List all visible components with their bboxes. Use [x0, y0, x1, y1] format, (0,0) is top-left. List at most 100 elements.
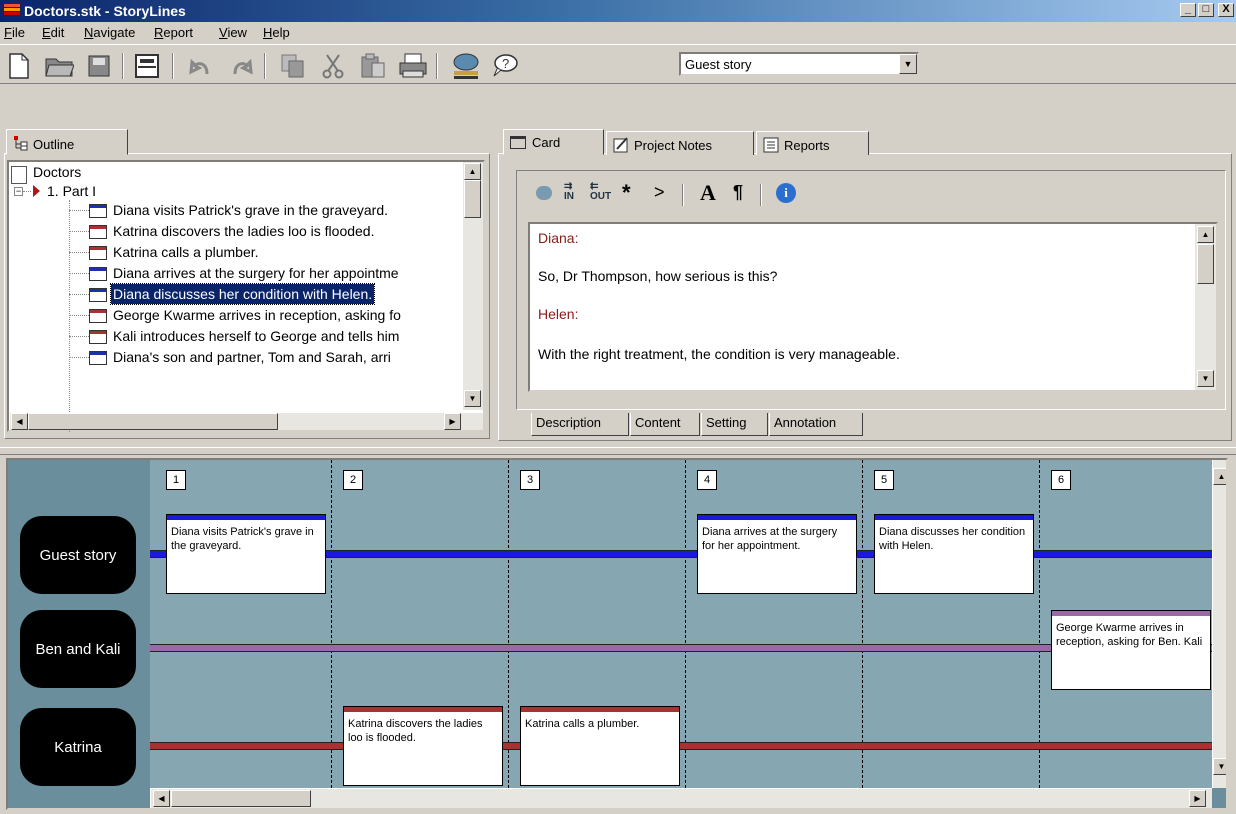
menu-edit[interactable]: Edit	[42, 25, 64, 40]
tree-item[interactable]: Diana arrives at the surgery for her app…	[113, 263, 399, 283]
asterisk-icon[interactable]: *	[622, 180, 631, 206]
new-file-icon[interactable]	[4, 51, 34, 81]
menu-navigate[interactable]: Navigate	[84, 25, 135, 40]
scroll-down-icon[interactable]: ▼	[1213, 758, 1226, 775]
storyline-label[interactable]: Ben and Kali	[20, 610, 136, 688]
tree-guide	[69, 200, 70, 432]
open-folder-icon[interactable]	[44, 51, 74, 81]
tree-part[interactable]: 1. Part I	[47, 181, 96, 201]
tree-connector	[69, 336, 89, 337]
scroll-right-icon[interactable]: ▶	[444, 413, 461, 430]
out-icon[interactable]: ⇇ OUT	[590, 182, 611, 202]
print-preview-icon[interactable]	[132, 51, 162, 81]
tab-outline[interactable]: Outline	[6, 129, 128, 155]
title-bar[interactable]: Doctors.stk - StoryLines _ □ X	[0, 0, 1236, 22]
menu-file[interactable]: File	[4, 25, 25, 40]
greater-than-icon[interactable]: >	[654, 182, 665, 203]
menu-view[interactable]: View	[219, 25, 247, 40]
column-number[interactable]: 6	[1051, 470, 1071, 490]
tree-connector	[69, 252, 89, 253]
scene-card[interactable]: Katrina calls a plumber.	[520, 706, 680, 786]
tab-reports[interactable]: Reports	[756, 131, 869, 155]
scene-card[interactable]: George Kwarme arrives in reception, aski…	[1051, 610, 1211, 690]
document-icon	[11, 166, 27, 184]
scene-card[interactable]: Diana discusses her condition with Helen…	[874, 514, 1034, 594]
tree-connector	[69, 273, 89, 274]
paragraph-icon[interactable]: ¶	[733, 182, 743, 203]
characters-icon[interactable]	[450, 51, 480, 81]
tree-item[interactable]: Katrina calls a plumber.	[113, 242, 259, 262]
outline-horizontal-scrollbar[interactable]: ◀ ▶	[9, 412, 483, 430]
content-vertical-scrollbar[interactable]: ▲ ▼	[1194, 224, 1216, 390]
chevron-down-icon[interactable]: ▼	[899, 54, 917, 74]
scene-card[interactable]: Diana arrives at the surgery for her app…	[697, 514, 857, 594]
tab-description[interactable]: Description	[531, 413, 629, 436]
tab-annotation[interactable]: Annotation	[769, 413, 863, 436]
scroll-thumb[interactable]	[28, 413, 278, 430]
storyline-label[interactable]: Katrina	[20, 708, 136, 786]
tree-item[interactable]: Katrina discovers the ladies loo is floo…	[113, 221, 374, 241]
cut-icon[interactable]	[318, 51, 348, 81]
column-number[interactable]: 1	[166, 470, 186, 490]
tree-root[interactable]: Doctors	[33, 162, 81, 182]
scroll-left-icon[interactable]: ◀	[11, 413, 28, 430]
scene-card-icon	[89, 246, 107, 260]
tab-card[interactable]: Card	[503, 129, 604, 155]
save-icon[interactable]	[84, 51, 114, 81]
column-number[interactable]: 3	[520, 470, 540, 490]
paste-icon[interactable]	[358, 51, 388, 81]
timeline-vertical-scrollbar[interactable]: ▲ ▼	[1212, 460, 1226, 788]
scene-card[interactable]: Katrina discovers the ladies loo is floo…	[343, 706, 503, 786]
story-select[interactable]: Guest story ▼	[679, 52, 919, 76]
font-icon[interactable]: A	[700, 180, 716, 206]
timeline-horizontal-scrollbar[interactable]: ◀ ▶	[150, 788, 1212, 808]
minimize-button[interactable]: _	[1180, 3, 1196, 17]
outline-vertical-scrollbar[interactable]: ▲ ▼	[462, 162, 483, 410]
print-icon[interactable]	[398, 51, 428, 81]
column-number[interactable]: 4	[697, 470, 717, 490]
scroll-up-icon[interactable]: ▲	[464, 163, 481, 180]
scroll-up-icon[interactable]: ▲	[1197, 226, 1214, 243]
scene-card-icon	[89, 330, 107, 344]
pane-splitter[interactable]	[0, 447, 1236, 455]
tree-item[interactable]: George Kwarme arrives in reception, aski…	[113, 305, 401, 325]
scroll-thumb[interactable]	[464, 180, 481, 218]
storyline-label[interactable]: Guest story	[20, 516, 136, 594]
redo-icon[interactable]	[226, 51, 256, 81]
undo-icon[interactable]	[186, 51, 216, 81]
maximize-button[interactable]: □	[1198, 3, 1214, 17]
close-button[interactable]: X	[1218, 3, 1234, 17]
collapse-toggle[interactable]: −	[14, 187, 23, 196]
tree-item[interactable]: Kali introduces herself to George and te…	[113, 326, 399, 346]
scroll-right-icon[interactable]: ▶	[1189, 790, 1206, 807]
scroll-thumb[interactable]	[1197, 244, 1214, 284]
column-number[interactable]: 2	[343, 470, 363, 490]
menu-report[interactable]: Report	[154, 25, 193, 40]
info-icon[interactable]: i	[776, 183, 796, 203]
scroll-down-icon[interactable]: ▼	[1197, 370, 1214, 387]
in-icon[interactable]: ⇉ IN	[564, 182, 574, 202]
tree-item[interactable]: Diana's son and partner, Tom and Sarah, …	[113, 347, 391, 367]
scroll-up-icon[interactable]: ▲	[1213, 468, 1226, 485]
scene-content-text[interactable]: Diana: So, Dr Thompson, how serious is th…	[528, 222, 1218, 392]
tab-project-notes[interactable]: Project Notes	[606, 131, 754, 155]
tab-content[interactable]: Content	[630, 413, 700, 436]
scroll-down-icon[interactable]: ▼	[464, 390, 481, 407]
menu-help[interactable]: Help	[263, 25, 290, 40]
tree-item[interactable]: Diana visits Patrick's grave in the grav…	[113, 200, 388, 220]
copy-icon[interactable]	[278, 51, 308, 81]
dialogue-line: So, Dr Thompson, how serious is this?	[538, 268, 778, 284]
scene-text: Diana visits Patrick's grave in the grav…	[171, 526, 314, 552]
tab-setting[interactable]: Setting	[701, 413, 768, 436]
column-number[interactable]: 5	[874, 470, 894, 490]
storyline-timeline[interactable]: Guest story Ben and Kali Katrina 1 2 3 4 5 6 Dian…	[6, 458, 1228, 810]
scroll-thumb[interactable]	[171, 790, 311, 807]
tree-item-selected[interactable]: Diana discusses her condition with Helen…	[109, 283, 376, 305]
scroll-left-icon[interactable]: ◀	[153, 790, 170, 807]
tab-card-label: Card	[532, 135, 561, 150]
outline-tree[interactable]: Doctors − 1. Part I Diana visits Patrick…	[7, 160, 485, 432]
scene-card[interactable]: Diana visits Patrick's grave in the grav…	[166, 514, 326, 594]
help-icon[interactable]: ?	[490, 51, 520, 81]
character-icon[interactable]	[536, 186, 552, 200]
storyline-katrina[interactable]	[150, 742, 1213, 750]
